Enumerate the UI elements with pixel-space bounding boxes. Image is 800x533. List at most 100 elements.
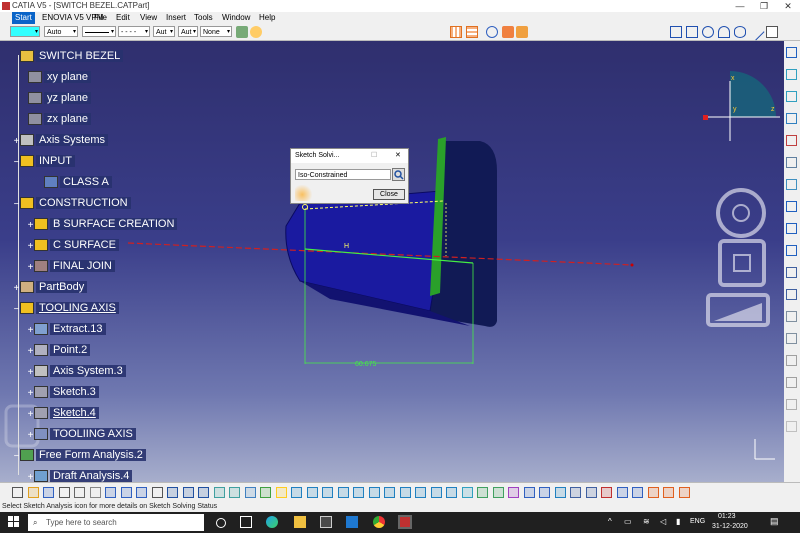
taskbar-search-input[interactable]: ⌕ Type here to search <box>28 514 204 531</box>
part-geometry[interactable]: H 60.675 x y z <box>0 41 800 482</box>
toolbar-command-icon[interactable] <box>554 487 566 498</box>
properties-icon[interactable] <box>250 26 262 38</box>
toolbar-command-icon[interactable] <box>105 487 116 498</box>
painter-icon[interactable] <box>236 26 248 38</box>
construction-element-icon[interactable] <box>486 26 498 38</box>
toolbar-command-icon[interactable] <box>322 487 333 498</box>
sketch-analysis-icon[interactable] <box>392 168 405 181</box>
toolbar-command-icon[interactable] <box>306 487 318 498</box>
sketch-tool-icon[interactable] <box>786 135 797 146</box>
tree-expand-toggle[interactable]: − <box>13 305 20 315</box>
sketch-tool-icon[interactable] <box>786 91 797 102</box>
sketch-tool-icon[interactable] <box>786 245 797 256</box>
toolbar-command-icon[interactable] <box>136 487 147 498</box>
tree-node[interactable]: Sketch.3 <box>34 385 99 400</box>
sketch-tool-icon[interactable] <box>786 47 797 58</box>
tree-expand-toggle[interactable]: + <box>27 473 34 483</box>
tree-node[interactable]: Axis Systems <box>20 133 109 148</box>
toolbar-command-icon[interactable] <box>213 487 225 498</box>
edge-browser-icon[interactable] <box>266 516 278 528</box>
file-explorer-icon[interactable] <box>294 516 306 528</box>
menu-window[interactable]: Window <box>222 12 250 24</box>
task-view-icon[interactable] <box>240 516 252 528</box>
sketch-tool-icon[interactable] <box>786 223 797 234</box>
language-indicator[interactable]: ENG <box>690 518 705 525</box>
tree-node[interactable]: TOOLING AXIS <box>20 301 119 316</box>
layer-combo[interactable]: None ▾ <box>200 26 232 37</box>
toolbar-command-icon[interactable] <box>430 487 442 498</box>
clock-date[interactable]: 31-12-2020 <box>712 523 748 530</box>
toolbar-command-icon[interactable] <box>182 487 194 498</box>
toolbar-command-icon[interactable] <box>616 487 628 498</box>
dialog-title-bar[interactable]: Sketch Solvi... ☐ ✕ <box>291 149 408 163</box>
toolbar-command-icon[interactable] <box>539 487 550 498</box>
tree-node[interactable]: INPUT <box>20 154 75 169</box>
sketch-tool-icon[interactable] <box>786 289 797 300</box>
sketch-tool-icon[interactable] <box>786 333 797 344</box>
sketch-status-circle-icon[interactable] <box>716 188 766 238</box>
toolbar-command-icon[interactable] <box>89 487 101 498</box>
toolbar-command-icon[interactable] <box>492 487 504 498</box>
menu-start[interactable]: Start <box>12 12 35 24</box>
sketch-tool-icon[interactable] <box>786 421 797 432</box>
toolbar-command-icon[interactable] <box>244 487 256 498</box>
sketch-tool-icon[interactable] <box>786 157 797 168</box>
toolbar-command-icon[interactable] <box>647 487 659 498</box>
point-icon[interactable] <box>766 26 778 38</box>
tree-node[interactable]: FINAL JOIN <box>34 259 115 274</box>
menu-tools[interactable]: Tools <box>194 12 213 24</box>
toolbar-command-icon[interactable] <box>291 487 302 498</box>
tree-expand-toggle[interactable]: − <box>13 158 20 168</box>
sketch-tool-icon[interactable] <box>786 113 797 124</box>
minimize-button[interactable]: — <box>728 0 752 12</box>
dimension-value[interactable]: 60.675 <box>355 361 377 368</box>
tree-expand-toggle[interactable]: + <box>27 389 34 399</box>
tree-node[interactable]: zx plane <box>28 112 91 127</box>
clock-time[interactable]: 01:23 <box>718 513 736 520</box>
tree-node[interactable]: yz plane <box>28 91 91 106</box>
sketch-solving-status-dialog[interactable]: Sketch Solvi... ☐ ✕ Iso-Constrained Clos… <box>290 148 409 204</box>
tree-node[interactable]: CONSTRUCTION <box>20 196 131 211</box>
compass-origin[interactable] <box>703 115 708 120</box>
tree-node[interactable]: TOOLIING AXIS <box>34 427 136 442</box>
tree-node[interactable]: Free Form Analysis.2 <box>20 448 146 463</box>
compass-plane[interactable] <box>730 71 776 117</box>
sketch-tool-icon[interactable] <box>786 399 797 410</box>
toolbar-command-icon[interactable] <box>58 487 70 498</box>
line-weight-combo[interactable]: Aut ▾ <box>153 26 175 37</box>
toolbar-command-icon[interactable] <box>74 487 85 498</box>
tree-expand-toggle[interactable]: + <box>27 326 34 336</box>
toolbar-command-icon[interactable] <box>601 487 612 498</box>
line-thickness-combo[interactable]: ▾ <box>82 26 116 37</box>
toolbar-command-icon[interactable] <box>337 487 349 498</box>
battery-icon[interactable]: ▮ <box>676 517 680 526</box>
toolbar-command-icon[interactable] <box>120 487 132 498</box>
toolbar-command-icon[interactable] <box>151 487 163 498</box>
cortana-icon[interactable] <box>216 518 226 528</box>
restore-button[interactable]: ❐ <box>752 0 776 12</box>
toolbar-command-icon[interactable] <box>275 487 287 498</box>
toolbar-command-icon[interactable] <box>27 487 39 498</box>
volume-icon[interactable]: ◁ <box>660 517 666 526</box>
tree-node[interactable]: SWITCH BEZEL <box>20 49 124 64</box>
spline-icon[interactable] <box>718 26 730 38</box>
tree-expand-toggle[interactable]: + <box>27 263 34 273</box>
menu-insert[interactable]: Insert <box>166 12 186 24</box>
tree-node[interactable]: CLASS A <box>44 175 112 190</box>
3d-viewport[interactable]: H 60.675 x y z SWITCH BEZEL xy plane yz pl… <box>0 41 800 482</box>
dialog-close-icon[interactable]: ✕ <box>395 149 401 163</box>
ellipse-icon[interactable] <box>734 26 746 38</box>
network-icon[interactable]: ▭ <box>624 517 632 526</box>
transparency-combo[interactable]: Auto ▾ <box>44 26 78 37</box>
snap-to-point-icon[interactable] <box>466 26 478 38</box>
toolbar-command-icon[interactable] <box>12 487 23 498</box>
tree-node[interactable]: C SURFACE <box>34 238 119 253</box>
geometrical-constraints-icon[interactable] <box>502 26 514 38</box>
toolbar-command-icon[interactable] <box>585 487 597 498</box>
sketch-tool-icon[interactable] <box>786 179 797 190</box>
tree-expand-toggle[interactable]: + <box>13 284 20 294</box>
tree-expand-toggle[interactable]: + <box>27 431 34 441</box>
toolbar-command-icon[interactable] <box>632 487 643 498</box>
toolbar-command-icon[interactable] <box>508 487 519 498</box>
toolbar-command-icon[interactable] <box>167 487 178 498</box>
